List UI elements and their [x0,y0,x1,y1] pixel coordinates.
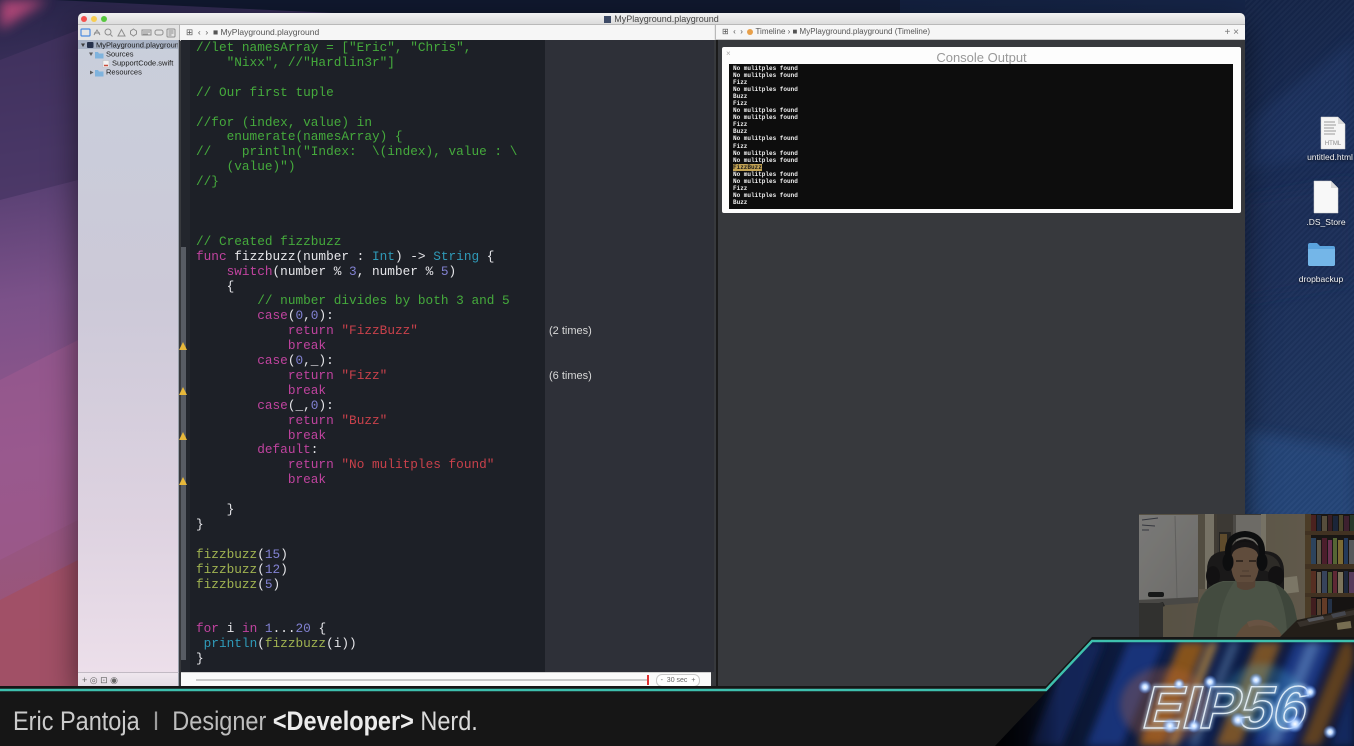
svg-text:Sources: Sources [106,50,134,59]
svg-text:SupportCode.swift: SupportCode.swift [112,59,174,68]
svg-text:HTML: HTML [1325,141,1342,147]
svg-text:Resources: Resources [106,68,142,77]
svg-text:MyPlayground.playground: MyPlayground.playground [96,41,178,50]
